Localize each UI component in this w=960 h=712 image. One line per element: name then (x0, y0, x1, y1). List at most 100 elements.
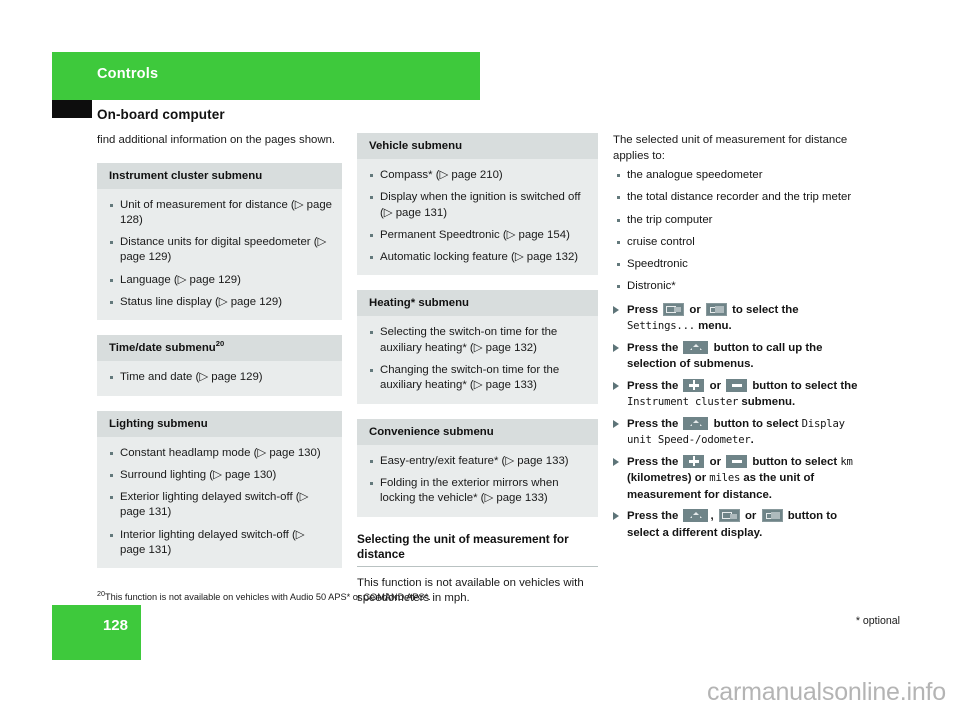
applies-to-item: Speedtronic (616, 257, 861, 272)
submenu-item[interactable]: Interior lighting delayed switch-off (▷ … (109, 528, 332, 559)
optional-note: * optional (855, 615, 900, 627)
middle-submenu-boxes: Vehicle submenu Compass* (▷ page 210) Disp… (357, 133, 598, 517)
menu-label-text: km (840, 455, 853, 468)
submenu-item[interactable]: Status line display (▷ page 129) (109, 295, 332, 310)
submenu-box-title: Heating* submenu (357, 290, 598, 317)
step-text: Press the (627, 417, 682, 430)
submenu-item[interactable]: Compass* (▷ page 210) (369, 168, 588, 183)
submenu-item[interactable]: Display when the ignition is switched of… (369, 190, 588, 221)
step-text: . (750, 434, 754, 447)
submenu-box-title: Time/date submenu20 (97, 335, 342, 362)
footnote-text: This function is not available on vehicl… (105, 592, 431, 602)
page-edge-tab (52, 100, 92, 118)
display-button-icon-alt[interactable] (761, 509, 783, 523)
submenu-item[interactable]: Time and date (▷ page 129) (109, 370, 332, 385)
submenu-item[interactable]: Automatic locking feature (▷ page 132) (369, 250, 588, 265)
page-title: On-board computer (97, 107, 225, 122)
step-text: Press the (627, 510, 682, 523)
minus-button-icon[interactable] (726, 378, 748, 392)
applies-to-item: the total distance recorder and the trip… (616, 190, 861, 205)
instruction-step: Press the , or button to select a differ… (613, 508, 861, 541)
right-column: The selected unit of measurement for dis… (613, 133, 861, 546)
display-button-icon[interactable] (718, 509, 740, 523)
applies-to-item: Distronic* (616, 279, 861, 294)
middle-column: Vehicle submenu Compass* (▷ page 210) Disp… (357, 133, 598, 618)
submenu-item[interactable]: Folding in the exterior mirrors when loc… (369, 476, 588, 507)
instruction-step: Press the button to call up the selectio… (613, 340, 861, 373)
submenu-item[interactable]: Permanent Speedtronic (▷ page 154) (369, 228, 588, 243)
applies-to-list: the analogue speedometer the total distan… (613, 168, 861, 295)
step-text: Press (627, 303, 662, 316)
instruction-step-list: Press or to select the Settings... menu.… (613, 302, 861, 542)
display-button-icon[interactable] (663, 302, 685, 316)
up-arrow-button-icon[interactable] (683, 340, 709, 354)
up-arrow-button-icon[interactable] (683, 509, 709, 523)
left-submenu-boxes: Instrument cluster submenu Unit of measur… (97, 162, 342, 569)
submenu-box: Vehicle submenu Compass* (▷ page 210) Disp… (357, 133, 598, 276)
submenu-item[interactable]: Changing the switch-on time for the auxi… (369, 363, 588, 394)
step-text: or (706, 455, 725, 468)
submenu-box: Instrument cluster submenu Unit of measur… (97, 162, 342, 321)
display-button-icon-alt[interactable] (705, 302, 727, 316)
page-number: 128 (102, 617, 128, 634)
instruction-step: Press the or button to select the Instru… (613, 378, 861, 411)
step-text: Press the (627, 341, 682, 354)
step-text: Press the (627, 455, 682, 468)
step-text: button to select the (749, 379, 858, 392)
step-text: , (710, 510, 717, 523)
applies-to-item: the analogue speedometer (616, 168, 861, 183)
instruction-step: Press or to select the Settings... menu. (613, 302, 861, 335)
watermark: carmanualsonline.info (706, 678, 946, 706)
applies-to-intro: The selected unit of measurement for dis… (613, 134, 848, 162)
step-text: menu. (694, 320, 732, 333)
submenu-item-list: Unit of measurement for distance (▷ page… (97, 189, 342, 321)
plus-button-icon[interactable] (683, 454, 705, 468)
submenu-item-list: Easy-entry/exit feature* (▷ page 133) Fol… (357, 445, 598, 517)
step-text: (kilometres) or (627, 472, 710, 485)
menu-label-text: Instrument cluster (627, 396, 739, 409)
step-text: button to select (749, 455, 841, 468)
step-text: button to select (710, 417, 802, 430)
submenu-box-title: Convenience submenu (357, 418, 598, 445)
step-text: to select the (728, 303, 799, 316)
submenu-box-title: Lighting submenu (97, 410, 342, 437)
submenu-item[interactable]: Easy-entry/exit feature* (▷ page 133) (369, 454, 588, 469)
submenu-item-list: Constant headlamp mode (▷ page 130) Surro… (97, 437, 342, 569)
step-text: submenu. (738, 396, 796, 409)
footnote: 20This function is not available on vehi… (97, 588, 527, 603)
submenu-item-list: Selecting the switch-on time for the aux… (357, 316, 598, 403)
applies-to-item: cruise control (616, 235, 861, 250)
chapter-header-bar: Controls (52, 52, 480, 100)
submenu-item[interactable]: Selecting the switch-on time for the aux… (369, 325, 588, 356)
footnote-marker: 20 (97, 588, 105, 598)
submenu-box: Time/date submenu20 Time and date (▷ page… (97, 335, 342, 396)
up-arrow-button-icon[interactable] (683, 416, 709, 430)
subsection-heading: Selecting the unit of measurement for di… (357, 532, 598, 567)
submenu-footnote-marker: 20 (215, 339, 225, 349)
submenu-box: Convenience submenu Easy-entry/exit featu… (357, 418, 598, 517)
step-text: Press the (627, 379, 682, 392)
submenu-item-list: Compass* (▷ page 210) Display when the ig… (357, 159, 598, 275)
submenu-item[interactable]: Constant headlamp mode (▷ page 130) (109, 446, 332, 461)
submenu-box-title: Instrument cluster submenu (97, 162, 342, 189)
submenu-item[interactable]: Unit of measurement for distance (▷ page… (109, 198, 332, 229)
submenu-box: Heating* submenu Selecting the switch-on … (357, 290, 598, 404)
step-text: or (706, 379, 725, 392)
chapter-title: Controls (97, 66, 159, 82)
applies-to-item: the trip computer (616, 213, 861, 228)
menu-label-text: Settings... (627, 320, 695, 333)
submenu-item[interactable]: Distance units for digital speedometer (… (109, 235, 332, 266)
submenu-box-title: Vehicle submenu (357, 133, 598, 159)
plus-button-icon[interactable] (683, 378, 705, 392)
submenu-box: Lighting submenu Constant headlamp mode (… (97, 410, 342, 569)
submenu-item[interactable]: Language (▷ page 129) (109, 273, 332, 288)
instruction-step: Press the button to select Display unit … (613, 416, 861, 449)
intro-paragraph: find additional information on the pages… (97, 134, 336, 146)
instruction-step: Press the or button to select km (kilome… (613, 454, 861, 504)
minus-button-icon[interactable] (726, 454, 748, 468)
left-column: find additional information on the pages… (97, 133, 342, 583)
submenu-item[interactable]: Exterior lighting delayed switch-off (▷ … (109, 490, 332, 521)
menu-label-text: miles (709, 472, 741, 485)
submenu-item-list: Time and date (▷ page 129) (97, 361, 342, 395)
submenu-item[interactable]: Surround lighting (▷ page 130) (109, 468, 332, 483)
